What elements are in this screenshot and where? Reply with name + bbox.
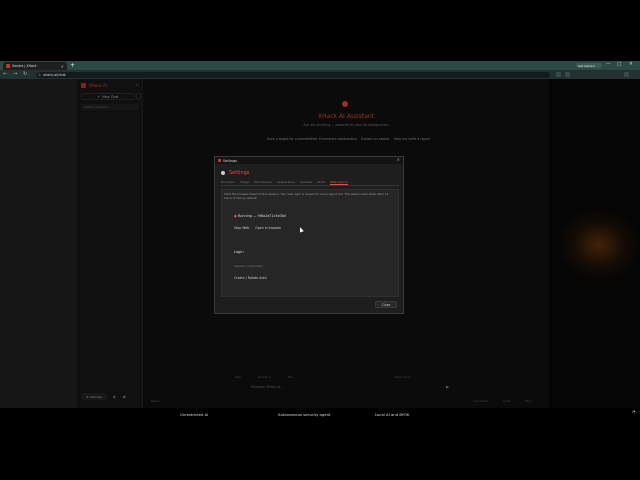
close-button[interactable]: Close [375, 301, 397, 308]
background-glow [558, 210, 640, 280]
extension-icon[interactable] [565, 72, 570, 77]
tab-strip: Sandra | XHack × + Ask Gemini — □ ✕ [0, 61, 640, 70]
maximize-button[interactable]: □ [617, 62, 621, 67]
stop-web-button[interactable]: Stop Web [234, 226, 249, 230]
lock-icon: ⚿ [38, 72, 41, 77]
session-status-text: Running — 9f8a2d71c5e3b0 [238, 214, 287, 218]
create-auth-button[interactable]: Create / Rotate Auth [234, 276, 267, 280]
panel-description: Start the browser-based XHack session. Y… [224, 192, 389, 200]
gemini-button[interactable]: Ask Gemini [576, 63, 602, 68]
tab-updates[interactable]: Updates [300, 180, 312, 184]
favicon-icon [6, 64, 10, 68]
back-icon[interactable]: ← [3, 71, 7, 77]
minimize-button[interactable]: — [606, 62, 611, 67]
modal-titlebar: Settings × [215, 157, 403, 164]
tab-web-search[interactable]: Web Search [330, 180, 348, 185]
extension-icon[interactable] [556, 72, 561, 77]
session-actions: Stop Web Open in browser [234, 226, 281, 230]
credentials-input[interactable]: Session credentials [234, 264, 263, 268]
tab-skills[interactable]: Skills [317, 180, 325, 184]
feature-strip: Unrestricted AI Autonomous security agen… [0, 408, 640, 420]
notification-icon[interactable]: ◔ [632, 409, 636, 414]
settings-tabs: Providers Usage Permissions Appearance U… [221, 180, 399, 186]
session-status: ● Running — 9f8a2d71c5e3b0 [234, 214, 286, 218]
address-bar-row: ← → ↻ ⚿ xhack.ai/chat [0, 70, 640, 79]
feature-label: Autonomous security agent [278, 412, 331, 417]
favicon-icon [218, 159, 221, 162]
url-field[interactable]: ⚿ xhack.ai/chat [36, 71, 550, 78]
settings-heading: Settings [221, 170, 250, 176]
tab-permissions[interactable]: Permissions [254, 180, 272, 184]
gear-icon [221, 171, 225, 175]
screen: Sandra | XHack × + Ask Gemini — □ ✕ ← → … [0, 0, 640, 480]
menu-icon[interactable] [624, 72, 629, 77]
login-heading: Login [234, 250, 244, 254]
reload-icon[interactable]: ↻ [23, 71, 27, 77]
settings-panel: Start the browser-based XHack session. Y… [221, 189, 399, 297]
url-text: xhack.ai/chat [43, 72, 66, 77]
settings-modal: Settings × Settings Providers Usage Perm… [214, 156, 404, 314]
tab-title: Sandra | XHack [12, 64, 37, 68]
status-dot-icon: ● [234, 214, 237, 218]
tab-appearance[interactable]: Appearance [277, 180, 295, 184]
feature-label: Local AI and BYOK [375, 412, 410, 417]
open-browser-button[interactable]: Open in browser [255, 226, 281, 230]
tab-usage[interactable]: Usage [240, 180, 249, 184]
window-close-button[interactable]: ✕ [629, 62, 633, 67]
close-icon[interactable]: × [397, 157, 400, 162]
tab-providers[interactable]: Providers [221, 180, 235, 184]
forward-icon[interactable]: → [13, 71, 17, 77]
new-tab-button[interactable]: + [70, 62, 75, 69]
feature-label: Unrestricted AI [180, 412, 209, 417]
modal-window-title: Settings [223, 158, 237, 163]
settings-title: Settings [229, 170, 250, 176]
browser-tab[interactable]: Sandra | XHack × [3, 62, 67, 70]
tab-close-icon[interactable]: × [61, 64, 64, 69]
